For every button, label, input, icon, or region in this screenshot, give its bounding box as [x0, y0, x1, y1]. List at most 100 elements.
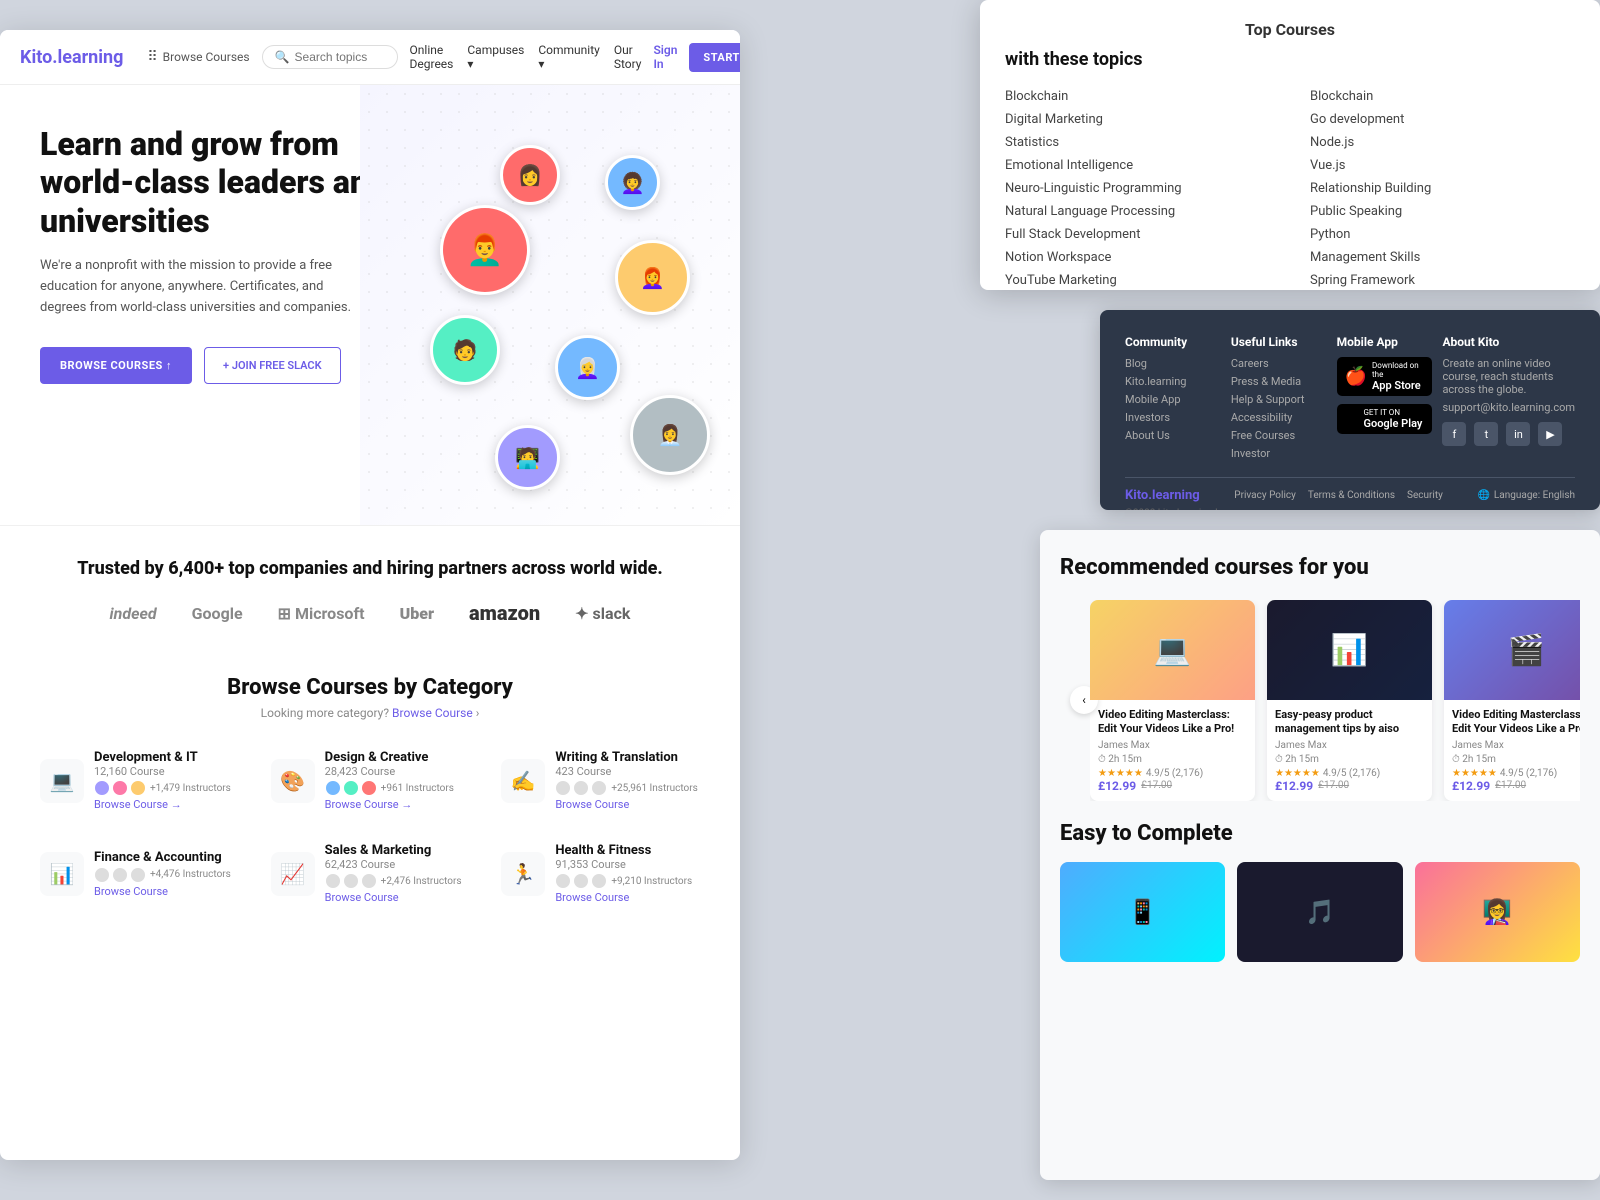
google-play-sub: GET IT ON — [1363, 408, 1422, 417]
course-title-2: Easy-peasy product management tips by ai… — [1275, 708, 1424, 737]
topics-title: with these topics — [1005, 49, 1575, 70]
footer-blog[interactable]: Blog — [1125, 357, 1221, 370]
course-rating-2: ★★★★★4.9/5 (2,176) — [1275, 768, 1424, 779]
cat-browse-finance[interactable]: Browse Course — [94, 885, 231, 898]
instagram-icon[interactable]: in — [1506, 422, 1530, 446]
signin-button[interactable]: Sign In — [653, 43, 677, 71]
footer-about-us[interactable]: About Us — [1125, 429, 1221, 442]
footer-careers[interactable]: Careers — [1231, 357, 1327, 370]
list-item: 🎨 Design & Creative 28,423 Course +961 I… — [261, 740, 480, 821]
footer-press[interactable]: Press & Media — [1231, 375, 1327, 388]
browse-courses-label: Browse Courses — [163, 50, 250, 64]
cat-browse-health[interactable]: Browse Course — [555, 891, 692, 904]
list-item: 📊 Finance & Accounting +4,476 Instructor… — [30, 833, 249, 914]
twitter-icon[interactable]: t — [1474, 422, 1498, 446]
topic-python[interactable]: Python — [1310, 223, 1575, 246]
cat-instructors-sales: +2,476 Instructors — [325, 873, 462, 889]
logo-kito: Kito — [20, 47, 52, 68]
cat-browse-sales[interactable]: Browse Course — [325, 891, 462, 904]
footer-terms[interactable]: Terms & Conditions — [1308, 490, 1395, 501]
topic-statistics[interactable]: Statistics — [1005, 131, 1270, 154]
avatar-8: 🧑‍💻 — [495, 425, 560, 490]
search-input[interactable] — [295, 50, 385, 64]
course-old-price-2: £17.00 — [1318, 780, 1349, 791]
apple-icon: 🍎 — [1345, 366, 1367, 387]
footer-help[interactable]: Help & Support — [1231, 393, 1327, 406]
topic-emotional[interactable]: Emotional Intelligence — [1005, 154, 1270, 177]
topics-col-2: Blockchain Go development Node.js Vue.js… — [1310, 85, 1575, 290]
topic-vuejs[interactable]: Vue.js — [1310, 154, 1575, 177]
google-play-badge[interactable]: ▶ GET IT ON Google Play — [1337, 404, 1433, 434]
google-logo: Google — [192, 604, 243, 623]
easy-card-1: 📱 — [1060, 862, 1225, 962]
cat-browse-writing[interactable]: Browse Course — [555, 798, 697, 811]
footer-useful-col: Useful Links Careers Press & Media Help … — [1231, 335, 1327, 465]
app-store-badge[interactable]: 🍎 Download on the App Store — [1337, 357, 1433, 396]
list-item: ✍️ Writing & Translation 423 Course +25,… — [491, 740, 710, 821]
nav-community[interactable]: Community — [538, 43, 599, 71]
hero-map: 👩 👨‍🦰 👩‍🦱 🧑 👩‍🦳 👩‍🦰 👩‍💼 🧑‍💻 — [360, 85, 740, 525]
topic-notion[interactable]: Notion Workspace — [1005, 246, 1270, 269]
page-wrapper: Kito.learning ⠿ Browse Courses 🔍 Online … — [0, 0, 1600, 1200]
cat-name-finance: Finance & Accounting — [94, 850, 231, 865]
browse-courses-nav-btn[interactable]: ⠿ Browse Courses — [147, 49, 249, 65]
search-box[interactable]: 🔍 — [262, 45, 398, 69]
topic-spring[interactable]: Spring Framework — [1310, 269, 1575, 290]
category-browse-link[interactable]: Browse Course — [392, 706, 473, 720]
easy-cards-row: 📱 🎵 👩‍🏫 — [1060, 862, 1580, 962]
youtube-icon[interactable]: ▶ — [1538, 422, 1562, 446]
nav-campuses[interactable]: Campuses — [467, 43, 524, 71]
course-meta-2: ⏱ 2h 15m — [1275, 754, 1424, 765]
browse-courses-btn-label: BROWSE COURSES ↑ — [60, 359, 172, 372]
footer-language[interactable]: 🌐 Language: English — [1477, 490, 1575, 501]
footer-email[interactable]: support@kito.learning.com — [1442, 401, 1575, 414]
topic-nlp[interactable]: Natural Language Processing — [1005, 200, 1270, 223]
category-section: Browse Courses by Category Looking more … — [0, 645, 740, 934]
topic-management[interactable]: Management Skills — [1310, 246, 1575, 269]
topic-youtube[interactable]: YouTube Marketing — [1005, 269, 1270, 290]
footer-investors[interactable]: Investors — [1125, 411, 1221, 424]
cat-browse-design[interactable]: Browse Course → — [325, 798, 454, 811]
topic-digital-marketing[interactable]: Digital Marketing — [1005, 108, 1270, 131]
join-slack-button[interactable]: + JOIN FREE SLACK — [204, 347, 341, 384]
amazon-logo: amazon — [469, 601, 540, 625]
list-item: 📈 Sales & Marketing 62,423 Course +2,476… — [261, 833, 480, 914]
category-title: Browse Courses by Category — [30, 675, 710, 700]
google-play-label: Google Play — [1363, 417, 1422, 430]
browse-courses-button[interactable]: BROWSE COURSES ↑ — [40, 347, 192, 384]
nav-our-story[interactable]: Our Story — [614, 43, 642, 71]
search-icon: 🔍 — [275, 50, 290, 64]
course-thumb-1: 💻 — [1090, 600, 1255, 700]
footer-community-title: Community — [1125, 335, 1221, 349]
facebook-icon[interactable]: f — [1442, 422, 1466, 446]
topic-blockchain-2[interactable]: Blockchain — [1310, 85, 1575, 108]
topic-public-speaking[interactable]: Public Speaking — [1310, 200, 1575, 223]
footer-investor[interactable]: Investor — [1231, 447, 1327, 460]
footer-privacy[interactable]: Privacy Policy — [1234, 490, 1296, 501]
footer-accessibility[interactable]: Accessibility — [1231, 411, 1327, 424]
topic-blockchain-1[interactable]: Blockchain — [1005, 85, 1270, 108]
design-icon: 🎨 — [271, 759, 315, 803]
cat-browse-dev[interactable]: Browse Course → — [94, 798, 231, 811]
footer-security[interactable]: Security — [1407, 490, 1443, 501]
nav-online-degrees[interactable]: Online Degrees — [410, 43, 454, 71]
course-rating-3: ★★★★★4.9/5 (2,176) — [1452, 768, 1580, 779]
logo[interactable]: Kito.learning — [20, 47, 123, 68]
footer-free-courses[interactable]: Free Courses — [1231, 429, 1327, 442]
cat-instructors-writing: +25,961 Instructors — [555, 780, 697, 796]
uber-logo: Uber — [400, 604, 434, 623]
google-play-icon: ▶ — [1345, 409, 1359, 430]
join-slack-label: + JOIN FREE SLACK — [223, 359, 322, 372]
topic-relationship[interactable]: Relationship Building — [1310, 177, 1575, 200]
footer-about-desc: Create an online video course, reach stu… — [1442, 357, 1575, 396]
topic-go[interactable]: Go development — [1310, 108, 1575, 131]
start-learning-button[interactable]: START LEARNING — [689, 43, 740, 72]
topic-nodejs[interactable]: Node.js — [1310, 131, 1575, 154]
course-author-3: James Max — [1452, 740, 1580, 751]
topic-nlp-neuro[interactable]: Neuro-Linguistic Programming — [1005, 177, 1270, 200]
trusted-section: Trusted by 6,400+ top companies and hiri… — [0, 525, 740, 645]
footer-mobile-app[interactable]: Mobile App — [1125, 393, 1221, 406]
topic-fullstack[interactable]: Full Stack Development — [1005, 223, 1270, 246]
footer-kito-learning[interactable]: Kito.learning — [1125, 375, 1221, 388]
footer-copyright: ©2022 kito.learning Inc. — [1125, 508, 1575, 510]
